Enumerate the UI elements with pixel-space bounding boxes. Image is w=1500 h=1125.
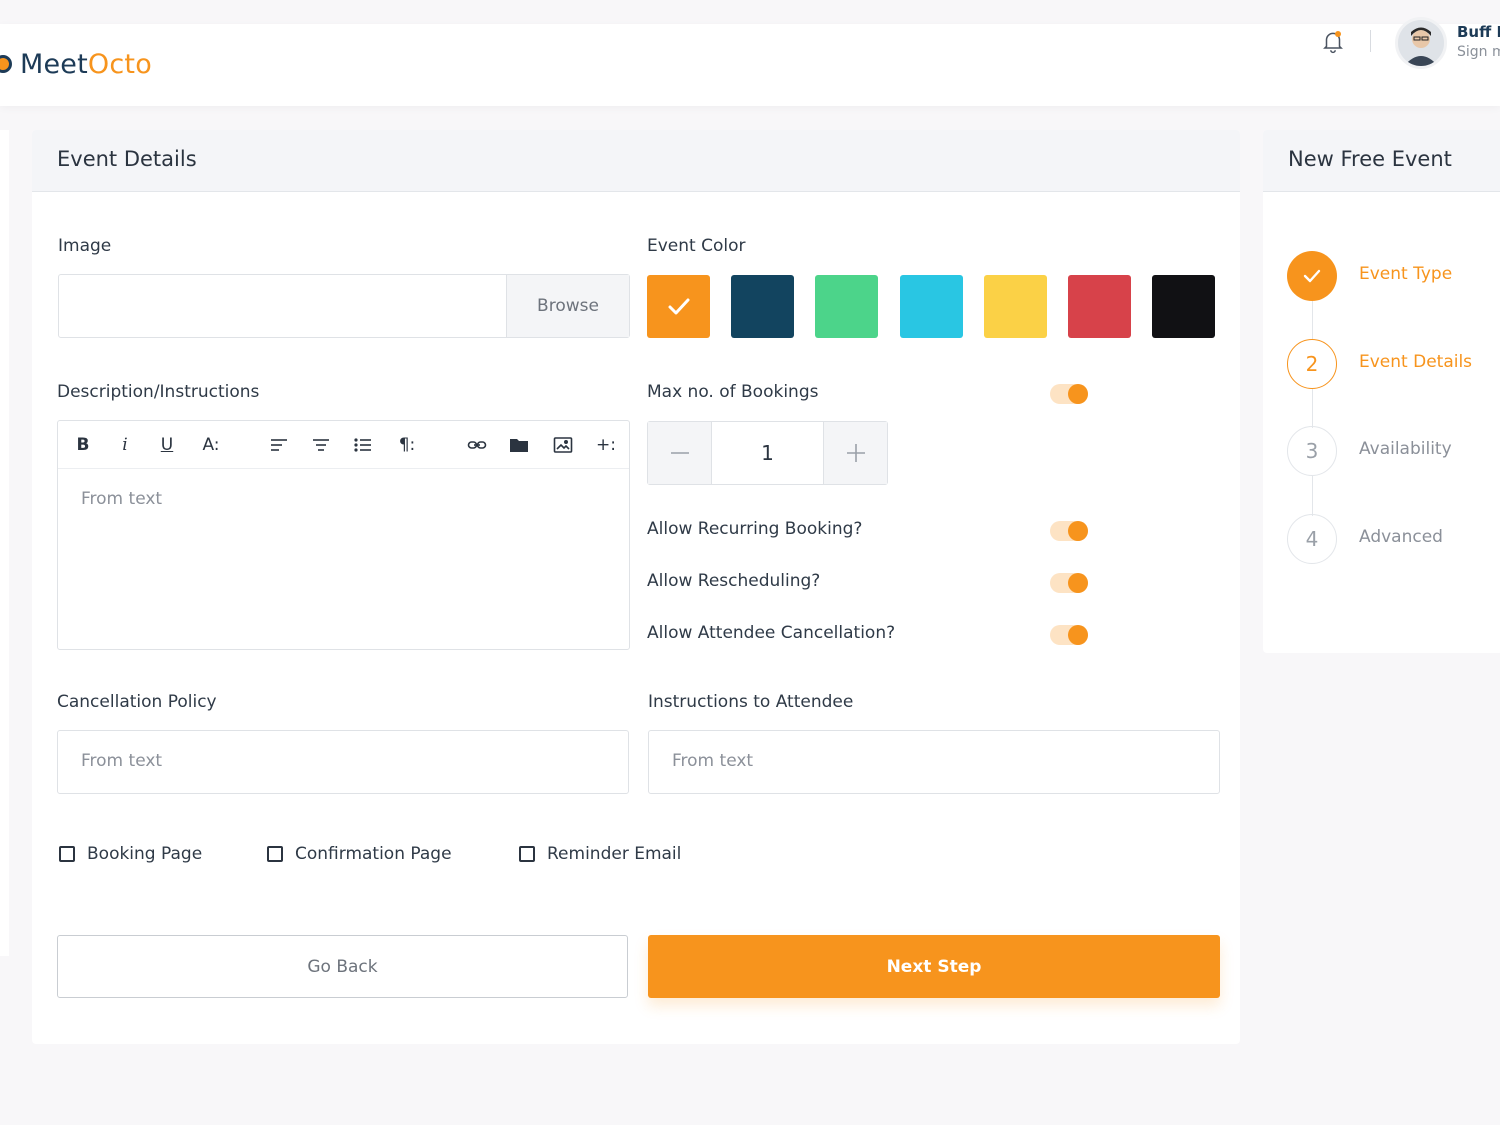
- logo-icon: [0, 55, 12, 73]
- browse-button[interactable]: Browse: [506, 275, 629, 337]
- color-swatch[interactable]: [900, 275, 963, 338]
- step-connector: [1312, 476, 1313, 516]
- checkbox-box[interactable]: [59, 846, 75, 862]
- wizard-card: New Free Event Event Type 2 Event Detail…: [1263, 130, 1500, 653]
- avatar[interactable]: [1395, 17, 1447, 69]
- insert-more-button[interactable]: +:: [594, 433, 618, 457]
- max-bookings-stepper: 1: [647, 421, 888, 485]
- allow-rescheduling-toggle[interactable]: [1050, 573, 1088, 593]
- reminder-email-checkbox[interactable]: Reminder Email: [519, 844, 681, 864]
- color-swatch[interactable]: [815, 275, 878, 338]
- instructions-label: Instructions to Attendee: [648, 692, 854, 712]
- checkmark-icon: [668, 298, 689, 314]
- link-icon[interactable]: [466, 433, 488, 457]
- description-editor[interactable]: B i U A: ¶: +: From text: [57, 420, 630, 650]
- event-details-card: Event Details Image Browse Event Color D…: [32, 130, 1240, 1044]
- color-swatch[interactable]: [1152, 275, 1215, 338]
- image-label: Image: [58, 236, 112, 256]
- step-3[interactable]: 3: [1287, 426, 1337, 476]
- next-step-button[interactable]: Next Step: [648, 935, 1220, 998]
- step-label-availability[interactable]: Availability: [1359, 439, 1452, 459]
- ordered-list-icon[interactable]: [353, 433, 373, 457]
- user-avatar-icon: [1398, 20, 1444, 66]
- max-bookings-toggle[interactable]: [1050, 384, 1088, 404]
- left-panel-edge: [0, 130, 9, 956]
- step-connector: [1312, 300, 1313, 340]
- editor-toolbar: B i U A: ¶: +:: [58, 421, 629, 469]
- cancellation-policy-input[interactable]: From text: [57, 730, 629, 794]
- folder-icon[interactable]: [508, 433, 530, 457]
- step-label-advanced[interactable]: Advanced: [1359, 527, 1443, 547]
- confirmation-page-checkbox[interactable]: Confirmation Page: [267, 844, 452, 864]
- align-center-icon[interactable]: [311, 433, 331, 457]
- checkbox-box[interactable]: [267, 846, 283, 862]
- logo[interactable]: MeetOcto: [0, 44, 152, 84]
- description-placeholder: From text: [81, 489, 163, 509]
- allow-recurring-label: Allow Recurring Booking?: [647, 519, 863, 539]
- color-swatch[interactable]: [647, 275, 710, 338]
- instructions-placeholder: From text: [672, 751, 754, 771]
- image-icon[interactable]: [552, 433, 574, 457]
- font-size-button[interactable]: A:: [199, 433, 223, 457]
- allow-rescheduling-label: Allow Rescheduling?: [647, 571, 821, 591]
- checkmark-icon: [1303, 269, 1321, 283]
- color-swatch[interactable]: [984, 275, 1047, 338]
- top-header: MeetOcto: [0, 24, 1500, 106]
- color-swatch[interactable]: [731, 275, 794, 338]
- card-header: Event Details: [32, 130, 1240, 192]
- allow-cancellation-toggle[interactable]: [1050, 625, 1088, 645]
- align-left-icon[interactable]: [269, 433, 289, 457]
- italic-button[interactable]: i: [117, 433, 133, 457]
- minus-icon: [670, 452, 689, 454]
- cancellation-policy-label: Cancellation Policy: [57, 692, 217, 712]
- instructions-input[interactable]: From text: [648, 730, 1220, 794]
- checkbox-label: Confirmation Page: [295, 844, 452, 864]
- user-subtitle[interactable]: Sign m: [1457, 44, 1500, 60]
- decrement-button[interactable]: [648, 422, 711, 484]
- checkbox-label: Booking Page: [87, 844, 203, 864]
- allow-recurring-toggle[interactable]: [1050, 521, 1088, 541]
- underline-button[interactable]: U: [158, 433, 176, 457]
- description-label: Description/Instructions: [57, 382, 260, 402]
- user-name[interactable]: Buff E: [1457, 23, 1500, 41]
- checkbox-label: Reminder Email: [547, 844, 682, 864]
- event-color-label: Event Color: [647, 236, 746, 256]
- step-1-done[interactable]: [1287, 251, 1337, 301]
- step-label-event-details[interactable]: Event Details: [1359, 352, 1472, 372]
- step-4[interactable]: 4: [1287, 514, 1337, 564]
- bold-button[interactable]: B: [75, 433, 91, 457]
- wizard-header: New Free Event: [1263, 130, 1500, 192]
- color-swatch[interactable]: [1068, 275, 1131, 338]
- go-back-button[interactable]: Go Back: [57, 935, 628, 998]
- step-connector: [1312, 388, 1313, 428]
- notification-bell-icon[interactable]: [1320, 28, 1346, 54]
- step-2-active[interactable]: 2: [1287, 339, 1337, 389]
- paragraph-button[interactable]: ¶:: [395, 433, 419, 457]
- notification-dot: [1335, 31, 1341, 37]
- max-bookings-label: Max no. of Bookings: [647, 382, 819, 402]
- header-divider: [1370, 30, 1371, 52]
- card-title: Event Details: [57, 147, 197, 171]
- increment-button[interactable]: [824, 422, 887, 484]
- step-label-event-type[interactable]: Event Type: [1359, 264, 1452, 284]
- allow-cancellation-label: Allow Attendee Cancellation?: [647, 623, 896, 643]
- max-bookings-value[interactable]: 1: [711, 422, 824, 484]
- image-file-input[interactable]: Browse: [58, 274, 630, 338]
- plus-icon: [846, 444, 865, 462]
- checkbox-box[interactable]: [519, 846, 535, 862]
- wizard-title: New Free Event: [1288, 147, 1452, 171]
- logo-text: MeetOcto: [20, 48, 152, 80]
- cancellation-policy-placeholder: From text: [81, 751, 163, 771]
- booking-page-checkbox[interactable]: Booking Page: [59, 844, 202, 864]
